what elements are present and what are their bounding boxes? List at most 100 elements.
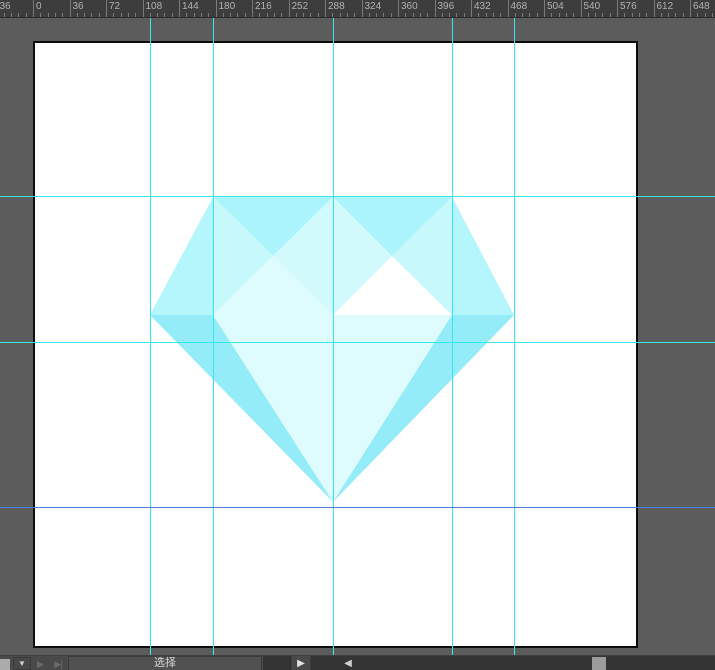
ruler-minor-tick <box>405 13 407 17</box>
selection-status-field[interactable]: 选择 <box>68 656 262 670</box>
ruler-minor-tick <box>332 13 334 17</box>
ruler-minor-tick <box>47 13 49 17</box>
ruler-major-tick <box>288 0 290 17</box>
ruler-minor-tick <box>237 13 239 17</box>
ruler-minor-tick <box>346 13 348 17</box>
ruler-label: 468 <box>510 1 528 12</box>
horizontal-guide-line[interactable] <box>0 342 715 343</box>
ruler-minor-tick <box>76 13 78 17</box>
vertical-guide-line[interactable] <box>150 18 151 655</box>
ruler-minor-tick <box>631 13 633 17</box>
scroll-right-button[interactable]: ▶ <box>291 656 311 670</box>
ruler-label: 648 <box>693 1 710 12</box>
ruler-minor-tick <box>390 13 392 17</box>
play-button[interactable]: ▶ <box>33 658 48 670</box>
vertical-guide-line[interactable] <box>452 18 453 655</box>
ruler-minor-tick <box>660 13 662 17</box>
horizontal-guide-line-blue[interactable] <box>0 507 715 508</box>
ruler-label: 252 <box>291 1 309 12</box>
ruler-minor-tick <box>230 13 232 17</box>
ruler-label: 360 <box>401 1 418 12</box>
ruler-minor-tick <box>281 13 283 17</box>
ruler-minor-tick <box>485 13 487 17</box>
arrow-left-icon: ◀ <box>344 657 352 669</box>
ruler-major-tick <box>252 0 253 17</box>
vertical-guide-line[interactable] <box>333 18 334 655</box>
ruler-label: 504 <box>547 1 564 12</box>
ruler-minor-tick <box>62 13 64 17</box>
ruler-label: 36 <box>72 1 84 12</box>
horizontal-ruler[interactable]: 36 0 36 72 108 144 180 216 252 288 324 360 396 432 468… <box>0 0 715 18</box>
ruler-label: 396 <box>437 1 455 12</box>
ruler-minor-tick <box>208 13 210 17</box>
ruler-label: 216 <box>255 1 272 12</box>
ruler-minor-tick <box>186 13 188 17</box>
ruler-major-tick <box>69 0 71 17</box>
scroll-left-button[interactable]: ◀ <box>340 657 356 670</box>
ruler-minor-tick <box>383 13 385 17</box>
dropdown-button[interactable]: ▼ <box>13 657 31 670</box>
ruler-minor-tick <box>412 13 414 17</box>
ruler-major-tick <box>471 0 472 17</box>
ruler-major-tick <box>398 0 399 17</box>
ruler-minor-tick <box>91 13 93 17</box>
ruler-minor-tick <box>668 13 670 17</box>
ruler-minor-tick <box>536 13 538 17</box>
ruler-minor-tick <box>339 13 341 17</box>
ruler-minor-tick <box>675 13 677 17</box>
scrollbar-thumb[interactable] <box>592 657 606 670</box>
status-bar: ▼ ▶ ▶| 选择 ▶ ◀ <box>0 655 715 670</box>
ruler-minor-tick <box>317 13 319 17</box>
chevron-down-icon: ▼ <box>18 658 26 668</box>
ruler-minor-tick <box>646 13 648 17</box>
play-icon: ▶ <box>37 658 44 669</box>
ruler-minor-tick <box>522 13 524 17</box>
ruler-label: 540 <box>583 1 601 12</box>
ruler-minor-tick <box>222 13 224 17</box>
ruler-label: 612 <box>656 1 674 12</box>
vertical-guide-line[interactable] <box>514 18 515 655</box>
ruler-minor-tick <box>25 13 27 17</box>
ruler-minor-tick <box>638 13 640 17</box>
ruler-minor-tick <box>602 13 604 17</box>
ruler-minor-tick <box>427 13 429 17</box>
ruler-minor-tick <box>200 13 202 17</box>
ruler-minor-tick <box>449 13 451 17</box>
scrollbar-corner-button[interactable] <box>0 659 10 670</box>
ruler-minor-tick <box>113 13 115 17</box>
ruler-minor-tick <box>492 13 494 17</box>
ruler-minor-tick <box>354 13 356 17</box>
vertical-guide-line[interactable] <box>213 18 214 655</box>
ruler-minor-tick <box>157 13 159 17</box>
ruler-minor-tick <box>259 13 261 17</box>
diamond-artwork[interactable] <box>0 0 715 670</box>
ruler-minor-tick <box>441 13 443 17</box>
ruler-label: 36 <box>0 1 11 12</box>
arrow-right-icon: ▶ <box>297 657 305 669</box>
ruler-major-tick <box>434 0 436 17</box>
ruler-minor-tick <box>98 13 100 17</box>
ruler-minor-tick <box>171 13 173 17</box>
ruler-minor-tick <box>3 13 5 17</box>
ruler-minor-tick <box>478 13 480 17</box>
diamond-facet-crown-corner-right <box>452 197 514 315</box>
ruler-label: 576 <box>620 1 637 12</box>
ruler-minor-tick <box>697 13 699 17</box>
ruler-minor-tick <box>295 13 297 17</box>
ruler-major-tick <box>215 0 217 17</box>
ruler-major-tick <box>617 0 618 17</box>
ruler-minor-tick <box>11 13 13 17</box>
ruler-minor-tick <box>164 13 166 17</box>
ruler-label: 72 <box>109 1 121 12</box>
horizontal-guide-line[interactable] <box>0 196 715 197</box>
ruler-minor-tick <box>310 13 312 17</box>
step-forward-button[interactable]: ▶| <box>49 658 67 670</box>
ruler-major-tick <box>325 0 326 17</box>
ruler-minor-tick <box>244 13 246 17</box>
ruler-minor-tick <box>266 13 268 17</box>
ruler-minor-tick <box>514 13 516 17</box>
ruler-minor-tick <box>120 13 122 17</box>
ruler-label: 180 <box>218 1 236 12</box>
scrollbar-track[interactable] <box>263 656 715 670</box>
ruler-minor-tick <box>54 13 56 17</box>
